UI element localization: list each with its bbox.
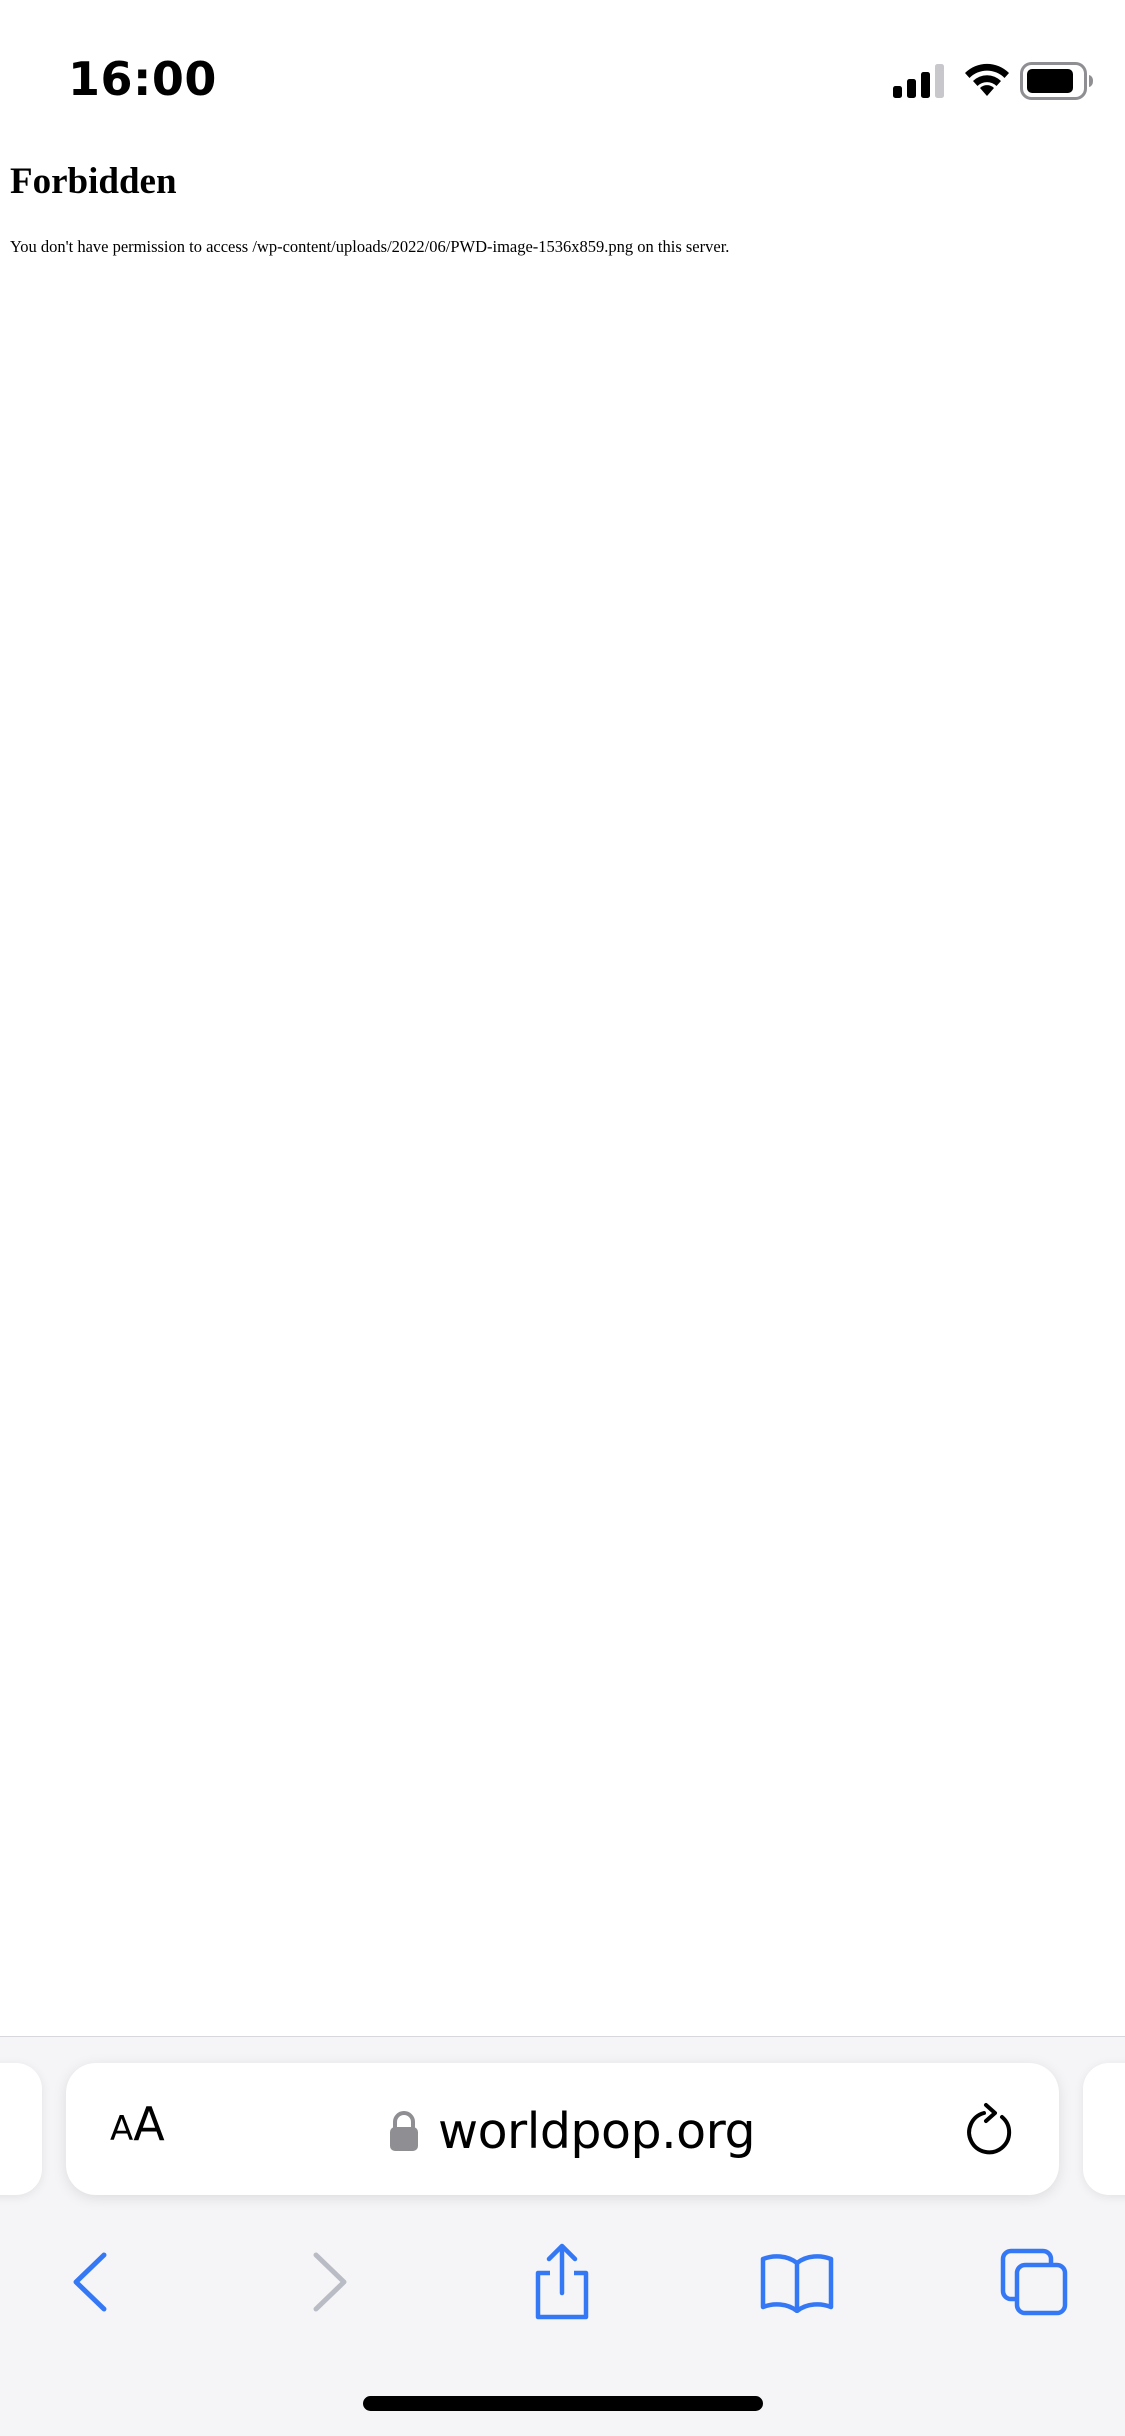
tabs-button[interactable] xyxy=(990,2237,1080,2327)
browser-toolbar xyxy=(0,2237,1125,2337)
browser-chrome: A A worldpop.org xyxy=(0,2036,1125,2436)
bookmarks-icon xyxy=(760,2254,834,2313)
reload-icon[interactable] xyxy=(962,2101,1018,2161)
text-size-button[interactable]: A A xyxy=(110,2097,200,2161)
share-icon xyxy=(535,2243,589,2320)
page-title: Forbidden xyxy=(10,161,177,202)
page-content: Forbidden You don't have permission to a… xyxy=(10,158,1110,258)
tabs-icon xyxy=(1000,2248,1068,2316)
forward-icon xyxy=(313,2252,347,2312)
url-text: worldpop.org xyxy=(438,2102,756,2160)
previous-tab-preview[interactable] xyxy=(0,2063,42,2195)
text-size-small-a: A xyxy=(110,2109,134,2149)
lock-icon xyxy=(390,2111,418,2151)
battery-icon xyxy=(1020,62,1093,100)
address-bar[interactable]: A A worldpop.org xyxy=(66,2063,1059,2195)
status-time: 16:00 xyxy=(68,52,217,106)
share-button[interactable] xyxy=(520,2237,604,2327)
text-size-large-a: A xyxy=(133,2097,165,2151)
error-message: You don't have permission to access /wp-… xyxy=(10,237,730,256)
url-field[interactable]: worldpop.org xyxy=(388,2099,756,2163)
status-bar: 16:00 xyxy=(0,0,1125,140)
back-icon xyxy=(73,2252,107,2312)
back-button[interactable] xyxy=(50,2237,130,2327)
bookmarks-button[interactable] xyxy=(752,2237,842,2327)
signal-icon xyxy=(893,64,944,98)
forward-button[interactable] xyxy=(290,2237,370,2327)
next-tab-preview[interactable] xyxy=(1083,2063,1125,2195)
home-indicator[interactable] xyxy=(363,2396,763,2411)
wifi-icon xyxy=(965,63,1009,96)
